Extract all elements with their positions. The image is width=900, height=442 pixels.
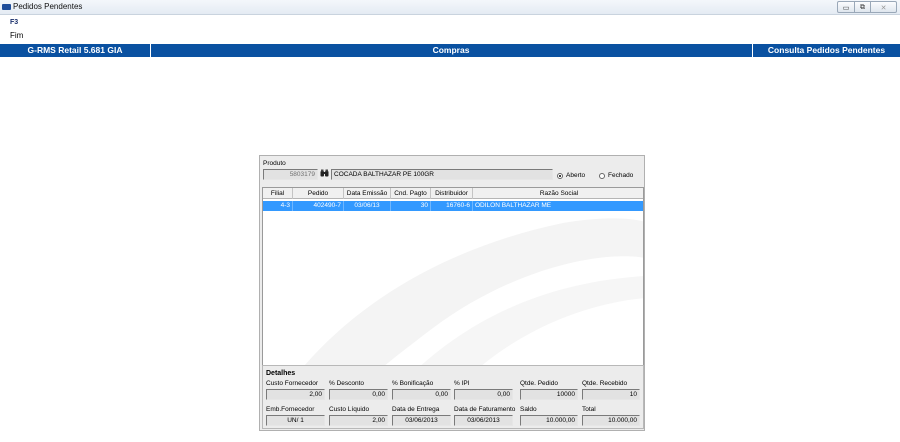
qtde-recebido-label: Qtde. Recebido [582,380,628,387]
custo-liquido-field: 2,00 [329,415,388,426]
pedidos-table[interactable]: Filial Pedido Data Emissão Cnd. Pagto Di… [262,187,644,392]
ipi-label: % IPI [454,380,470,387]
radio-aberto[interactable] [557,173,563,179]
watermark-swoosh [284,218,643,391]
app-icon [2,4,11,10]
window-title: Pedidos Pendentes [13,2,83,11]
cell-distribuidor: 16760-6 [431,201,473,211]
total-field: 10.000,00 [582,415,640,426]
cell-filial: 4-3 [263,201,293,211]
binoculars-icon[interactable] [320,169,329,177]
qtde-pedido-label: Qtde. Pedido [520,380,558,387]
col-razao-social[interactable]: Razão Social [473,188,643,199]
minimize-button[interactable]: ▭ [838,2,854,12]
desconto-field: 0,00 [329,389,388,400]
emb-fornecedor-field: UN/ 1 [266,415,325,426]
restore-icon: ⧉ [860,3,865,11]
detalhes-title: Detalhes [265,370,297,377]
close-icon: ✕ [880,4,887,12]
bonificacao-label: % Bonificação [392,380,434,387]
produto-code-field[interactable]: 5803179 [263,169,318,180]
app-name: G-RMS Retail 5.681 GIA [27,45,123,55]
restore-button[interactable]: ⧉ [854,2,870,12]
col-distribuidor[interactable]: Distribuidor [431,188,473,199]
close-button[interactable]: ✕ [870,2,896,12]
window-titlebar: Pedidos Pendentes ▭ ⧉ ✕ [0,0,900,15]
radio-aberto-label: Aberto [566,172,586,179]
saldo-label: Saldo [520,406,537,413]
table-header: Filial Pedido Data Emissão Cnd. Pagto Di… [263,188,643,199]
f3-key[interactable]: F3 [10,19,18,26]
pedidos-panel: Produto 5803179 COCADA BALTHAZAR PE 100G… [259,155,645,431]
qtde-pedido-field: 10000 [520,389,578,400]
col-data-emissao[interactable]: Data Emissão [344,188,391,199]
emb-fornecedor-label: Emb.Fornecedor [266,406,315,413]
app-header-bar: G-RMS Retail 5.681 GIA Compras Consulta … [0,44,900,57]
custo-liquido-label: Custo Líquido [329,406,370,413]
qtde-recebido-field: 10 [582,389,640,400]
col-cnd-pagto[interactable]: Cnd. Pagto [391,188,431,199]
custo-fornecedor-label: Custo Fornecedor [266,380,319,387]
data-entrega-field: 03/06/2013 [392,415,451,426]
module-name: Compras [432,45,470,55]
produto-description-field: COCADA BALTHAZAR PE 100GR [331,169,553,180]
cell-razao-social: ODILON BALTHAZAR ME [475,202,552,209]
cell-pedido: 402490-7 [293,201,344,211]
radio-fechado-label: Fechado [608,172,634,179]
screen-name: Consulta Pedidos Pendentes [767,45,886,55]
minimize-icon: ▭ [842,4,850,12]
fim-button[interactable]: Fim [10,31,23,40]
saldo-field: 10.000,00 [520,415,578,426]
col-filial[interactable]: Filial [263,188,293,199]
desconto-label: % Desconto [329,380,365,387]
total-label: Total [582,406,596,413]
cell-cnd-pagto: 30 [391,201,431,211]
window-controls: ▭ ⧉ ✕ [837,1,897,13]
data-faturamento-label: Data de Faturamento [454,406,516,413]
col-pedido[interactable]: Pedido [293,188,344,199]
ipi-field: 0,00 [454,389,513,400]
radio-fechado[interactable] [599,173,605,179]
produto-label: Produto [263,160,286,167]
data-faturamento-field: 03/06/2013 [454,415,513,426]
cell-data-emissao: 03/06/13 [344,201,391,211]
custo-fornecedor-field: 2,00 [266,389,325,400]
table-row[interactable]: 4-3 402490-7 03/06/13 30 16760-6 ODILON … [263,201,643,211]
bonificacao-field: 0,00 [392,389,451,400]
data-entrega-label: Data de Entrega [392,406,440,413]
